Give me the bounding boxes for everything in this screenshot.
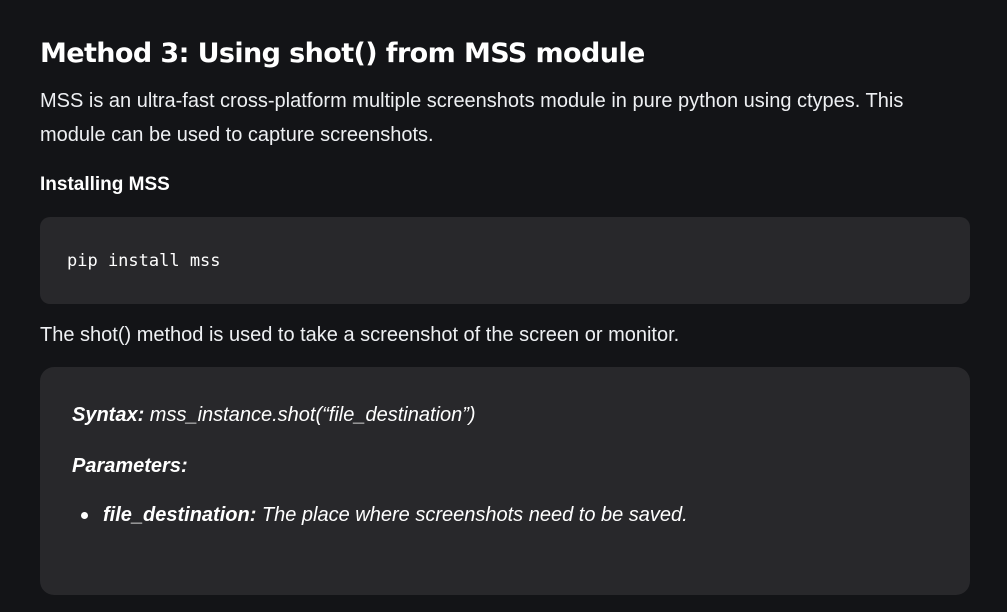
section-heading: Method 3: Using shot() from MSS module	[40, 38, 645, 69]
parameters-label: Parameters:	[72, 455, 188, 477]
parameter-item: file_destination: The place where screen…	[72, 500, 688, 530]
installing-subheading: Installing MSS	[40, 174, 170, 195]
syntax-label: Syntax:	[72, 404, 145, 426]
bullet-icon	[81, 512, 88, 519]
parameter-name: file_destination:	[103, 504, 257, 526]
code-block: pip install mss	[40, 217, 970, 304]
syntax-line: Syntax: mss_instance.shot(“file_destinat…	[72, 400, 476, 430]
code-text[interactable]: pip install mss	[67, 248, 221, 274]
parameter-description: The place where screenshots need to be s…	[256, 504, 688, 526]
intro-paragraph: MSS is an ultra-fast cross-platform mult…	[40, 90, 904, 146]
article-content: Method 3: Using shot() from MSS module M…	[0, 0, 1007, 612]
parameter-list: file_destination: The place where screen…	[72, 500, 688, 530]
syntax-block: Syntax: mss_instance.shot(“file_destinat…	[40, 367, 970, 595]
syntax-value: mss_instance.shot(“file_destination”)	[144, 404, 476, 426]
method-description: The shot() method is used to take a scre…	[40, 324, 680, 346]
